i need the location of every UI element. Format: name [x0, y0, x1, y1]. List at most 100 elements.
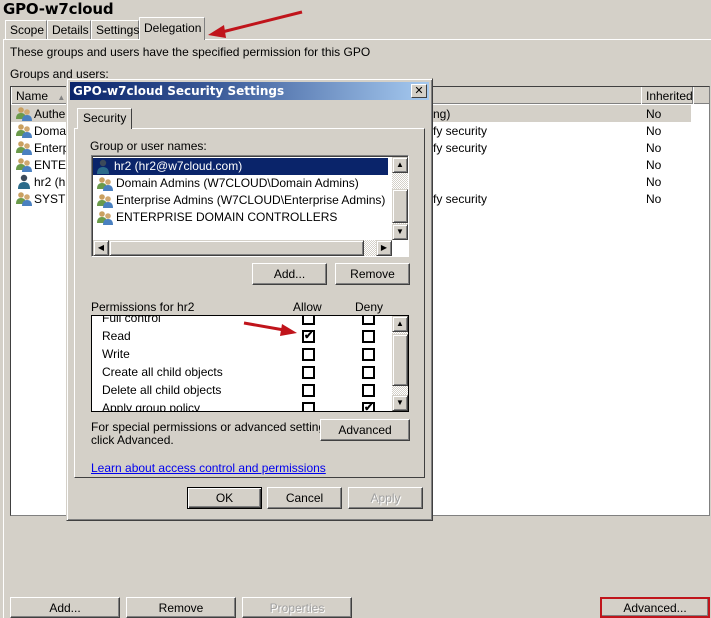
principals-vertical-scrollbar[interactable]: ▲ ▼ [392, 157, 408, 240]
permission-row: Read ✔ [92, 327, 392, 345]
permissions-list[interactable]: Full control Read ✔ Write Create all child o… [91, 315, 409, 412]
security-settings-dialog: GPO-w7cloud Security Settings ✕ Security… [66, 78, 433, 521]
user-icon [95, 159, 111, 174]
deny-checkbox[interactable] [362, 330, 375, 343]
group-icon [97, 176, 113, 191]
sort-ascending-icon: ▲ [57, 93, 66, 102]
permission-name: Read [102, 329, 131, 343]
scroll-up-icon[interactable]: ▲ [392, 157, 408, 173]
hscroll-thumb[interactable] [109, 240, 364, 256]
deny-checkbox[interactable]: ✔ [362, 402, 375, 411]
principal-item[interactable]: Enterprise Admins (W7CLOUD\Enterprise Ad… [95, 192, 385, 209]
row-permission: fy security [433, 192, 488, 206]
dialog-advanced-button[interactable]: Advanced [320, 419, 410, 441]
perm-scroll-up-icon[interactable]: ▲ [392, 316, 408, 332]
scroll-right-icon[interactable]: ▶ [376, 240, 392, 256]
ok-button[interactable]: OK [187, 487, 262, 509]
principal-label: hr2 (hr2@w7cloud.com) [112, 159, 245, 173]
perm-scroll-thumb[interactable] [392, 334, 408, 386]
permission-name: Delete all child objects [102, 383, 222, 397]
group-icon [16, 140, 32, 155]
dialog-titlebar[interactable]: GPO-w7cloud Security Settings ✕ [70, 82, 429, 100]
allow-checkbox[interactable] [302, 348, 315, 361]
dialog-remove-button[interactable]: Remove [335, 263, 410, 285]
hscroll-track [364, 240, 376, 256]
permissions-vertical-scrollbar[interactable]: ▲ ▼ [392, 316, 408, 411]
cancel-button[interactable]: Cancel [267, 487, 342, 509]
advanced-hint-line2: click Advanced. [91, 433, 174, 447]
column-header-filler [693, 87, 709, 104]
allow-checkbox[interactable] [302, 316, 315, 325]
deny-checkbox[interactable] [362, 366, 375, 379]
allow-checkbox[interactable] [302, 366, 315, 379]
permission-row: Full control [92, 315, 392, 327]
permission-row: Write [92, 345, 392, 363]
principals-horizontal-scrollbar[interactable]: ◀ ▶ [93, 240, 392, 256]
tab-details[interactable]: Details [47, 20, 91, 39]
principals-listbox[interactable]: hr2 (hr2@w7cloud.com) Domain Admins (W7CL… [91, 155, 409, 257]
security-panel: Group or user names: hr2 (hr2@w7cloud.co… [74, 128, 425, 478]
principal-item[interactable]: ENTERPRISE DOMAIN CONTROLLERS [95, 209, 385, 226]
dialog-title: GPO-w7cloud Security Settings [73, 84, 285, 98]
advanced-delegation-button[interactable]: Advanced... [600, 597, 710, 618]
row-inherited: No [646, 124, 662, 138]
row-inherited: No [646, 158, 662, 172]
tab-security[interactable]: Security [77, 108, 133, 129]
advanced-hint-text: For special permissions or advanced sett… [91, 421, 334, 447]
group-icon [16, 123, 32, 138]
row-inherited: No [646, 107, 662, 121]
add-button[interactable]: Add... [10, 597, 120, 618]
scroll-down-icon[interactable]: ▼ [392, 224, 408, 240]
tab-delegation[interactable]: Delegation [139, 17, 205, 40]
perm-scroll-down-icon[interactable]: ▼ [392, 395, 408, 411]
gpo-title: GPO-w7cloud [3, 0, 114, 18]
principal-label: Domain Admins (W7CLOUD\Domain Admins) [116, 176, 359, 190]
permission-name: Full control [102, 315, 161, 325]
permission-name: Write [102, 347, 130, 361]
learn-access-control-link[interactable]: Learn about access control and permissio… [91, 461, 326, 475]
column-name-label: Name [16, 89, 49, 103]
permission-name: Create all child objects [102, 365, 223, 379]
close-icon[interactable]: ✕ [411, 84, 427, 98]
row-permission: ng) [433, 107, 451, 121]
principal-item[interactable]: Domain Admins (W7CLOUD\Domain Admins) [95, 175, 385, 192]
row-inherited: No [646, 192, 662, 206]
group-icon [16, 157, 32, 172]
column-header-inherited[interactable]: Inherited [641, 87, 693, 104]
deny-checkbox[interactable] [362, 348, 375, 361]
apply-button[interactable]: Apply [348, 487, 423, 509]
group-icon [97, 210, 113, 225]
scroll-thumb[interactable] [392, 189, 408, 223]
group-user-names-label: Group or user names: [90, 139, 207, 153]
remove-button[interactable]: Remove [126, 597, 236, 618]
tab-settings[interactable]: Settings [91, 20, 139, 39]
permission-name: Apply group policy [102, 401, 201, 412]
annotation-arrow-delegation [208, 10, 303, 38]
group-icon [16, 191, 32, 206]
principal-label: Enterprise Admins (W7CLOUD\Enterprise Ad… [116, 193, 386, 207]
row-inherited: No [646, 175, 662, 189]
allow-checkbox[interactable] [302, 384, 315, 397]
principal-item[interactable]: hr2 (hr2@w7cloud.com) [93, 158, 388, 175]
deny-checkbox[interactable] [362, 384, 375, 397]
dialog-add-button[interactable]: Add... [252, 263, 327, 285]
tab-scope[interactable]: Scope [5, 20, 47, 39]
group-icon [97, 193, 113, 208]
delegation-description: These groups and users have the specifie… [10, 45, 371, 59]
deny-checkbox[interactable] [362, 316, 375, 325]
principal-label: ENTERPRISE DOMAIN CONTROLLERS [116, 210, 338, 224]
permission-row: Create all child objects [92, 363, 392, 381]
permissions-for-label: Permissions for hr2 [91, 300, 195, 314]
allow-checkbox[interactable]: ✔ [302, 330, 315, 343]
allow-checkbox[interactable] [302, 402, 315, 411]
properties-button[interactable]: Properties [242, 597, 352, 618]
allow-column-label: Allow [293, 300, 322, 314]
user-icon [16, 174, 32, 189]
row-permission: fy security [433, 124, 488, 138]
permission-row: Delete all child objects [92, 381, 392, 399]
row-inherited: No [646, 141, 662, 155]
deny-column-label: Deny [355, 300, 384, 314]
scroll-left-icon[interactable]: ◀ [93, 240, 109, 256]
column-header-name[interactable]: Name ▲ [11, 87, 71, 104]
permission-row: Apply group policy ✔ [92, 399, 392, 412]
